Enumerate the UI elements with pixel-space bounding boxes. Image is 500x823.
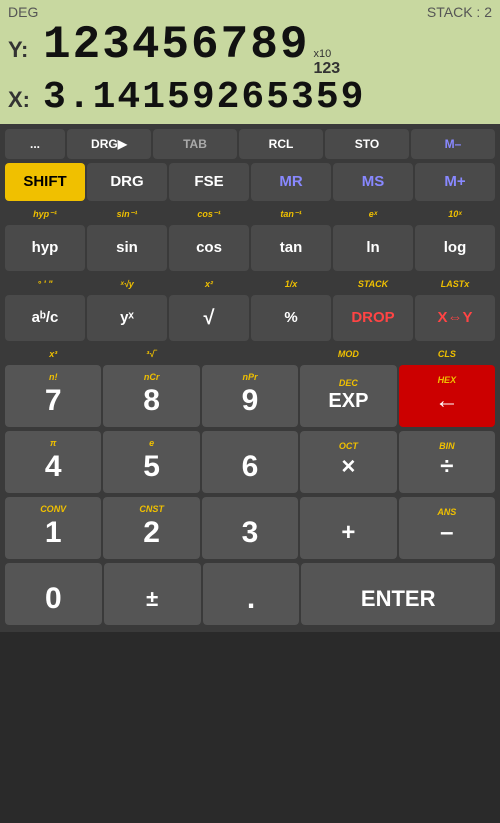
xsq-label: x² [169,275,249,293]
ms-button[interactable]: MS [333,163,413,201]
deg-label-btn: ° ' " [5,275,85,293]
cubert-label: ³√‾ [103,345,199,363]
tenx-label: 10ˣ [415,205,495,223]
sto-button[interactable]: STO [325,129,409,159]
nine-button[interactable]: nPr 9 [202,365,298,427]
ln-button[interactable]: ln [333,225,413,271]
y-value: 123456789 [43,22,309,68]
hyp-inv-label: hyp⁻¹ [5,205,85,223]
dot-button[interactable]: · . [203,563,300,625]
zero-button[interactable]: · 0 [5,563,102,625]
cls-label: CLS [399,345,495,363]
y-exp-prefix: x10 [313,48,340,60]
tan-button[interactable]: tan [251,225,331,271]
stack-label: STACK : 2 [427,4,492,20]
four-button[interactable]: π 4 [5,431,101,493]
log-button[interactable]: log [415,225,495,271]
mod-label: MOD [300,345,396,363]
plusminus-button[interactable]: · ± [104,563,201,625]
five-button[interactable]: e 5 [103,431,199,493]
divide-button[interactable]: BIN ÷ [399,431,495,493]
drop-button[interactable]: DROP [333,295,413,341]
mminus-button[interactable]: M– [411,129,495,159]
six-button[interactable]: · 6 [202,431,298,493]
sqrt-button[interactable]: √ [169,295,249,341]
one-button[interactable]: CONV 1 [5,497,101,559]
cos-inv-label: cos⁻¹ [169,205,249,223]
exp-button[interactable]: DEC EXP [300,365,396,427]
rcl-button[interactable]: RCL [239,129,323,159]
backspace-button[interactable]: HEX ← [399,365,495,427]
lastx-label: LASTx [415,275,495,293]
x-value: 3.14159265359 [43,79,365,117]
hyp-button[interactable]: hyp [5,225,85,271]
y-label: Y: [8,37,43,63]
x-label: X: [8,87,43,113]
abc-button[interactable]: aᵇ/c [5,295,85,341]
eight-button[interactable]: nCr 8 [103,365,199,427]
xcube-label: x³ [5,345,101,363]
stack-label-btn: STACK [333,275,413,293]
empty1 [202,345,298,363]
pct-button[interactable]: % [251,295,331,341]
xeqy-button[interactable]: X⇔Y [415,295,495,341]
sin-button[interactable]: sin [87,225,167,271]
seven-button[interactable]: n! 7 [5,365,101,427]
yx-button[interactable]: yˣ [87,295,167,341]
tab-button[interactable]: TAB [153,129,237,159]
drg-button[interactable]: DRG [87,163,167,201]
three-button[interactable]: · 3 [202,497,298,559]
calculator-display: DEG STACK : 2 Y: 123456789 x10 123 X: 3.… [0,0,500,124]
xrty-label: ˣ√y [87,275,167,293]
mplus-button[interactable]: M+ [415,163,495,201]
two-button[interactable]: CNST 2 [103,497,199,559]
sin-inv-label: sin⁻¹ [87,205,167,223]
dots-button[interactable]: ... [5,129,65,159]
ex-label: eˣ [333,205,413,223]
times-button[interactable]: OCT × [300,431,396,493]
mr-button[interactable]: MR [251,163,331,201]
shift-button[interactable]: SHIFT [5,163,85,201]
tan-inv-label: tan⁻¹ [251,205,331,223]
inv-label: 1/x [251,275,331,293]
fse-button[interactable]: FSE [169,163,249,201]
minus-button[interactable]: ANS – [399,497,495,559]
enter-button[interactable]: · ENTER [301,563,495,625]
cos-button[interactable]: cos [169,225,249,271]
drg-arrow-button[interactable]: DRG▶ [67,129,151,159]
deg-label: DEG [8,4,38,20]
plus-button[interactable]: · + [300,497,396,559]
